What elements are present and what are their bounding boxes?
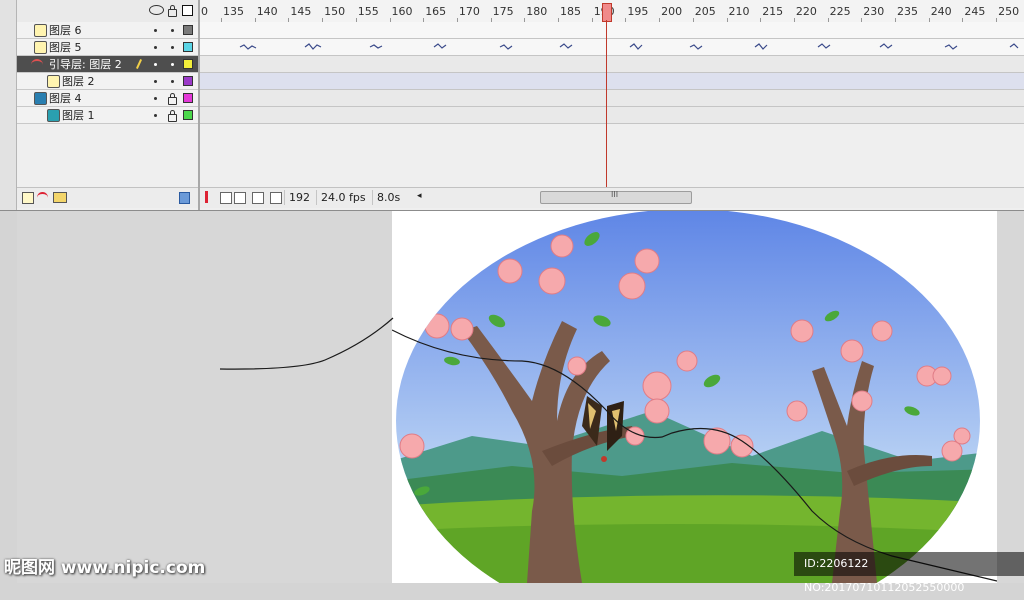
layer-icon <box>34 24 47 37</box>
ruler-tick-label: 140 <box>256 5 278 18</box>
frame-row[interactable] <box>200 22 1024 39</box>
ruler-tick-label: 160 <box>391 5 413 18</box>
visible-dot[interactable] <box>154 63 157 66</box>
sound-waveform <box>239 43 1019 50</box>
layer-name: 图层 2 <box>62 75 95 88</box>
ruler-tick-label: 150 <box>324 5 346 18</box>
edit-multiple-icon[interactable] <box>252 192 264 204</box>
visible-dot[interactable] <box>154 114 157 117</box>
guide-layer-icon <box>31 59 43 69</box>
ruler-tick-label: 155 <box>357 5 379 18</box>
lock-dot[interactable] <box>171 80 174 83</box>
ruler-tick-label: 240 <box>930 5 952 18</box>
masked-layer-icon <box>47 109 60 122</box>
layer-name: 图层 6 <box>49 24 82 37</box>
ruler-tick-label: 215 <box>762 5 784 18</box>
outline-all-icon[interactable] <box>182 5 193 16</box>
left-toolbar-strip <box>0 0 17 210</box>
frame-row[interactable] <box>200 107 1024 124</box>
ruler-tick-label: 185 <box>560 5 581 18</box>
ruler-tick-label: 205 <box>694 5 716 18</box>
scroll-grip: III <box>611 190 619 199</box>
lock-dot[interactable] <box>171 29 174 32</box>
ruler-tick-label: 195 <box>627 5 649 18</box>
layer-row-4[interactable]: 图层 4 <box>17 90 198 107</box>
lock-icon[interactable] <box>168 93 177 105</box>
layer-footer <box>17 187 198 208</box>
layer-header <box>17 0 198 23</box>
ruler-tick-label: 200 <box>661 5 683 18</box>
playhead[interactable] <box>602 3 612 22</box>
ruler-tick-label: 210 <box>728 5 750 18</box>
mask-layer-icon <box>34 92 47 105</box>
motion-guide-path[interactable] <box>215 315 395 375</box>
center-frame-icon[interactable] <box>205 191 208 203</box>
playhead-line <box>606 20 607 189</box>
frame-row[interactable] <box>200 73 1024 90</box>
visible-dot[interactable] <box>154 29 157 32</box>
lock-dot[interactable] <box>171 63 174 66</box>
ruler-tick-label: 230 <box>863 5 885 18</box>
ruler-tick-label: 245 <box>964 5 986 18</box>
layer-row-5[interactable]: 图层 5 <box>17 39 198 56</box>
new-folder-icon[interactable] <box>53 192 67 203</box>
scene-illustration <box>392 211 997 583</box>
layer-row-2[interactable]: 图层 2 <box>17 73 198 90</box>
ruler-tick-label: 135 <box>223 5 244 18</box>
layer-name: 图层 4 <box>49 92 82 105</box>
ruler-tick-label: 170 <box>458 5 480 18</box>
layer-row-6[interactable]: 图层 6 <box>17 22 198 39</box>
ruler-tick-label: 225 <box>829 5 851 18</box>
ruler-tick-label: 220 <box>795 5 817 18</box>
frame-rate[interactable]: 24.0 fps <box>316 190 370 205</box>
current-frame: 192 <box>284 190 314 205</box>
lock-icon[interactable] <box>168 110 177 122</box>
layer-list: 图层 6 图层 5 引导层: 图层 2 图层 2 图层 4 图层 1 <box>17 22 198 124</box>
outline-color-swatch[interactable] <box>183 76 193 86</box>
scroll-left-arrow[interactable]: ◂ <box>417 191 422 201</box>
pencil-icon <box>135 59 143 69</box>
lock-all-icon[interactable] <box>168 5 177 17</box>
layer-icon <box>34 41 47 54</box>
layer-name: 图层 1 <box>62 109 95 122</box>
ruler-tick-label: 235 <box>897 5 918 18</box>
watermark-right: ID:2206122 NO:20170710112052550000 <box>794 552 1024 594</box>
watermark-left: 昵图网 www.nipic.com <box>4 558 206 578</box>
layer-icon <box>47 75 60 88</box>
ruler-tick-label: 180 <box>526 5 548 18</box>
outline-color-swatch[interactable] <box>183 59 193 69</box>
layer-row-1[interactable]: 图层 1 <box>17 107 198 124</box>
outline-color-swatch[interactable] <box>183 110 193 120</box>
new-layer-icon[interactable] <box>22 192 34 204</box>
layer-row-guide[interactable]: 引导层: 图层 2 <box>17 56 198 73</box>
layer-name: 图层 5 <box>49 41 82 54</box>
horizontal-scrollbar[interactable]: III <box>540 190 692 204</box>
lock-dot[interactable] <box>171 46 174 49</box>
frame-ruler[interactable]: 0135140145150155160165170175180185190195… <box>200 0 1024 23</box>
ruler-tick-label: 0 <box>201 5 208 18</box>
ruler-tick-label: 145 <box>290 5 312 18</box>
visible-dot[interactable] <box>154 46 157 49</box>
stage[interactable] <box>392 211 997 583</box>
outline-color-swatch[interactable] <box>183 93 193 103</box>
ruler-tick-label: 165 <box>425 5 447 18</box>
outline-color-swatch[interactable] <box>183 42 193 52</box>
onion-skin-icon[interactable] <box>220 192 232 204</box>
frame-row[interactable] <box>200 39 1024 56</box>
frame-grid[interactable] <box>200 22 1024 124</box>
add-guide-icon[interactable] <box>37 192 48 204</box>
frame-row[interactable] <box>200 56 1024 73</box>
onion-outline-icon[interactable] <box>234 192 246 204</box>
visible-dot[interactable] <box>154 97 157 100</box>
visible-dot[interactable] <box>154 80 157 83</box>
layer-name: 引导层: 图层 2 <box>49 58 122 71</box>
eye-icon[interactable] <box>149 5 164 15</box>
frame-row[interactable] <box>200 90 1024 107</box>
ruler-tick-label: 175 <box>492 5 514 18</box>
elapsed-time: 8.0s <box>372 190 404 205</box>
outline-color-swatch[interactable] <box>183 25 193 35</box>
modify-markers-icon[interactable] <box>270 192 282 204</box>
trash-icon[interactable] <box>179 192 190 204</box>
ruler-tick-label: 250 <box>998 5 1020 18</box>
